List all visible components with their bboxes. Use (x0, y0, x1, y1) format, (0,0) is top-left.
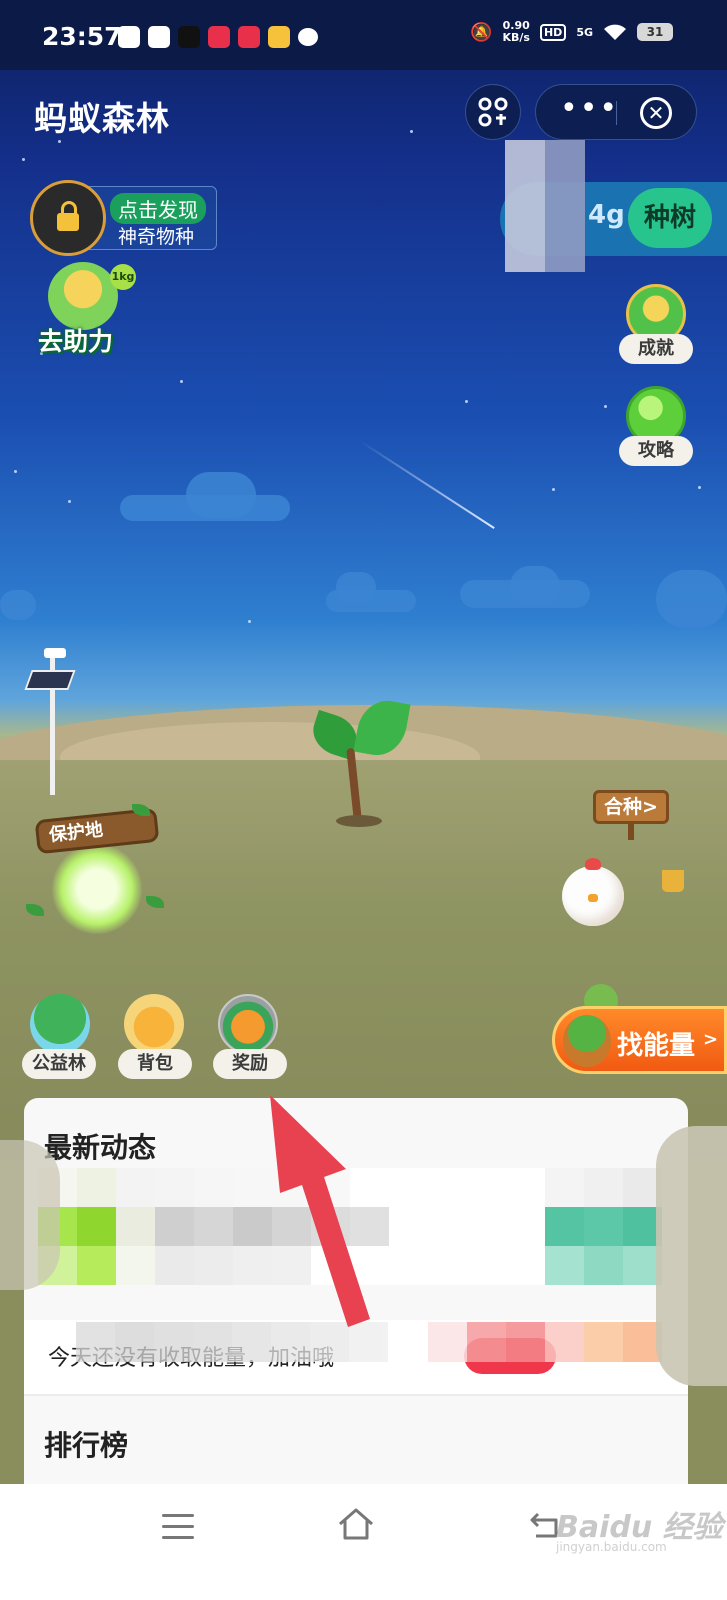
baidu-watermark-url: jingyan.baidu.com (556, 1540, 667, 1554)
leaf-icon (26, 904, 44, 916)
cloud (510, 566, 560, 606)
pixelated-energy-value (505, 140, 585, 272)
cloud (656, 570, 727, 628)
cloud (0, 590, 36, 620)
sprout-base (336, 815, 382, 827)
backpack-label[interactable]: 背包 (118, 1049, 192, 1079)
cloud (186, 472, 256, 518)
star (22, 158, 25, 161)
star (410, 130, 413, 133)
discover-species-button[interactable]: 点击发现 神奇物种 (30, 180, 217, 256)
leaf-icon (146, 896, 164, 908)
home-icon[interactable] (336, 1506, 376, 1542)
blur-overlay (656, 1126, 727, 1386)
capsule-divider (616, 101, 617, 125)
plant-tree-button[interactable]: 种树 (628, 188, 712, 248)
annotation-arrow (270, 1095, 370, 1327)
signal-5g-label: 5G (576, 25, 593, 39)
reserve-portal[interactable]: 保护地 (22, 800, 170, 935)
co-plant-sign[interactable]: 合种> (593, 790, 669, 824)
energy-unit: 4g (588, 200, 625, 230)
notification-icons (118, 26, 318, 48)
help-label[interactable]: 去助力 (38, 322, 113, 358)
mute-bell-icon: 🔕 (470, 21, 493, 43)
co-plant-label: 合种 (604, 796, 643, 818)
star (465, 400, 468, 403)
status-time: 23:57 (42, 22, 122, 51)
camera-icon (44, 648, 66, 658)
star (698, 486, 701, 489)
discover-line2: 神奇物种 (118, 226, 195, 248)
net-speed-unit: KB/s (502, 31, 530, 44)
help-character-icon[interactable] (48, 262, 118, 330)
guide-label[interactable]: 攻略 (619, 436, 693, 466)
net-speed: 0.90 KB/s (502, 20, 529, 44)
reward-label[interactable]: 奖励 (213, 1049, 287, 1079)
flower-pot-icon[interactable] (662, 870, 684, 892)
app-58-icon (118, 26, 140, 48)
pixelated-row (428, 1322, 662, 1362)
find-energy-button[interactable]: 找能量 > (552, 1006, 727, 1074)
chick-comb (585, 858, 601, 870)
app-douyin-icon (178, 26, 200, 48)
find-energy-chevron: > (703, 1029, 719, 1050)
sign-post (628, 822, 634, 840)
star (14, 470, 17, 473)
page-title: 蚂蚁森林 (34, 99, 170, 138)
star (180, 380, 183, 383)
news-title: 最新动态 (44, 1131, 157, 1164)
tree-icon (563, 1015, 611, 1067)
card-divider (24, 1394, 688, 1396)
shooting-star (359, 440, 495, 529)
wifi-icon (604, 24, 626, 40)
star (58, 140, 61, 143)
blur-overlay (0, 1140, 60, 1290)
scan-button[interactable] (465, 84, 521, 140)
message-bubble-icon (298, 28, 318, 46)
chick-beak (588, 894, 598, 902)
find-energy-label: 找能量 (617, 1031, 696, 1061)
ranking-title: 排行榜 (44, 1429, 129, 1462)
co-plant-chevron: > (642, 796, 658, 818)
lock-icon (30, 180, 106, 256)
status-indicators: 🔕 0.90 KB/s HD 5G 31 (470, 20, 673, 44)
backpack-icon[interactable] (124, 994, 184, 1054)
close-button[interactable]: ✕ (640, 97, 672, 129)
star (604, 405, 607, 408)
achievement-label[interactable]: 成就 (619, 334, 693, 364)
app-shopping-icon (208, 26, 230, 48)
app-heart-icon (238, 26, 260, 48)
portal-glow (52, 844, 142, 934)
public-forest-icon[interactable] (30, 994, 90, 1054)
hd-badge: HD (539, 23, 567, 41)
miniapp-capsule: ••• ✕ (535, 84, 697, 140)
reward-icon[interactable] (218, 994, 278, 1054)
cloud (336, 572, 376, 602)
battery-indicator: 31 (637, 23, 673, 41)
scan-icon (478, 97, 508, 127)
more-options-button[interactable]: ••• (560, 94, 619, 124)
help-badge: 1kg (110, 264, 136, 290)
public-forest-label[interactable]: 公益林 (22, 1049, 96, 1079)
status-bar: 23:57 🔕 0.90 KB/s HD 5G 31 (0, 0, 727, 70)
menu-icon[interactable] (162, 1514, 194, 1540)
app-map-icon (148, 26, 170, 48)
solar-panel (24, 670, 76, 690)
discover-line1: 点击发现 (110, 193, 206, 224)
star (552, 488, 555, 491)
star (68, 500, 71, 503)
star (248, 620, 251, 623)
app-weibo-icon (268, 26, 290, 48)
